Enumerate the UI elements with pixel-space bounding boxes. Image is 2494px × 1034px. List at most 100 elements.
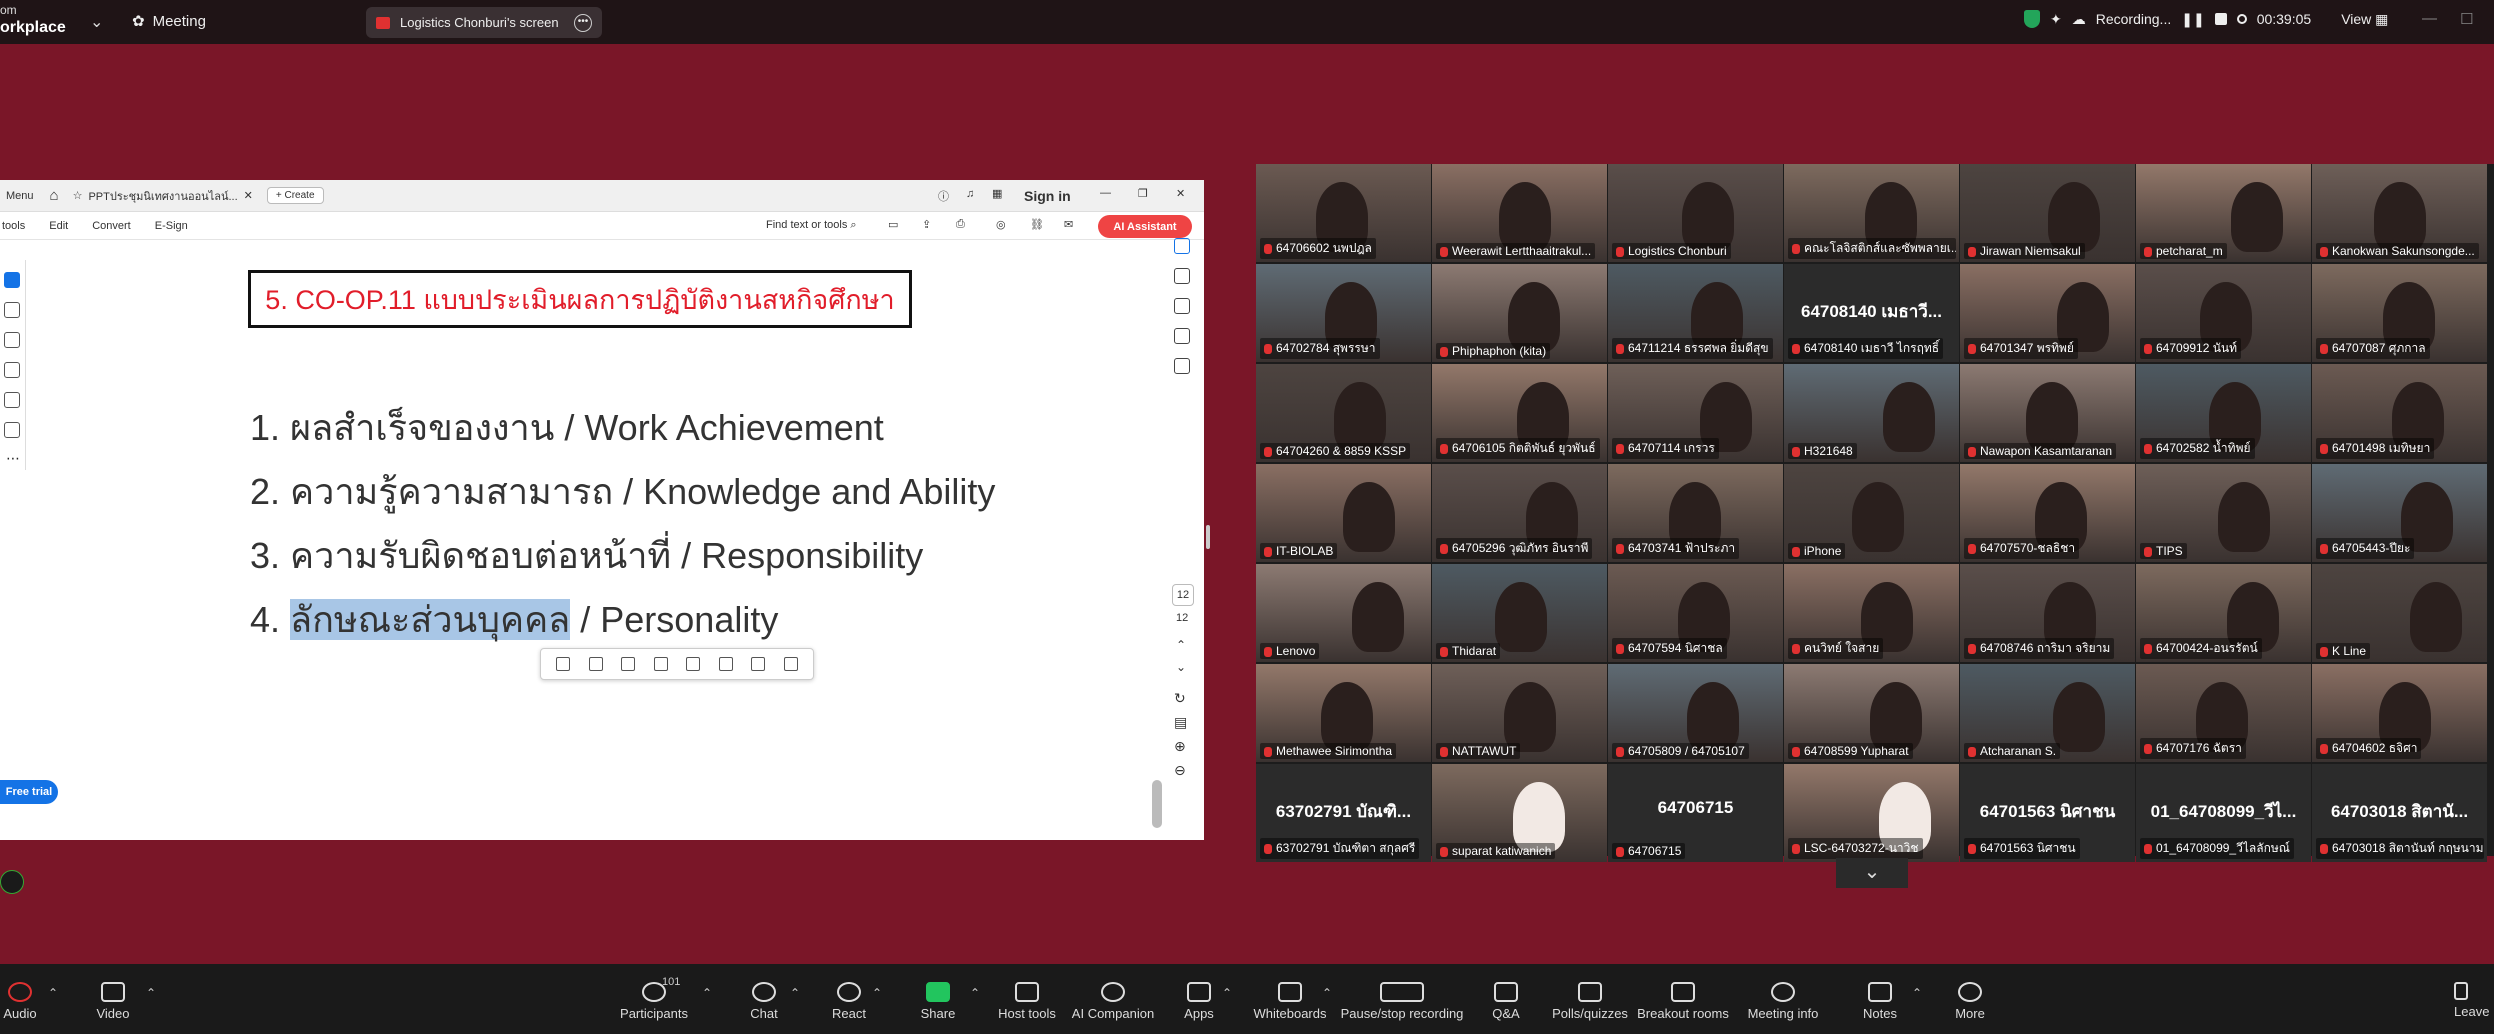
participant-tile[interactable]: คณะโลจิสติกส์และซัพพลายเ... — [1784, 164, 1959, 262]
participant-tile[interactable]: คนวิทย์ ใจสาย — [1784, 564, 1959, 662]
link-icon[interactable]: ⛓ — [1030, 218, 1044, 231]
participant-tile[interactable]: 64707594 นิศาชล — [1608, 564, 1783, 662]
free-trial-button[interactable]: Free trial — [0, 780, 58, 804]
participant-tile[interactable]: 64703018 สิตานั... 64703018 สิตานันท์ กฤษ… — [2312, 764, 2487, 862]
menu-convert[interactable]: Convert — [92, 220, 131, 232]
participant-tile[interactable]: 64703741 ฟ้าประภา — [1608, 464, 1783, 562]
highlight-icon[interactable] — [588, 657, 603, 671]
more-button[interactable]: More — [1920, 982, 2020, 1021]
participant-tile[interactable]: 63702791 บัณฑิ... 63702791 บัณฑิตา สกุลศร… — [1256, 764, 1431, 862]
scrollbar[interactable] — [1152, 780, 1162, 828]
refresh-icon[interactable]: ↻ — [1174, 690, 1186, 707]
participant-tile[interactable]: 64706715 64706715 — [1608, 764, 1783, 862]
page-current[interactable]: 12 — [1172, 584, 1194, 606]
email-icon[interactable]: ✉ — [1064, 218, 1073, 231]
help-icon[interactable]: ⓘ — [938, 188, 949, 204]
ai-panel-icon[interactable] — [1174, 238, 1190, 254]
strikethrough-icon[interactable] — [653, 657, 668, 671]
polls-button[interactable]: Polls/quizzes — [1540, 982, 1640, 1021]
react-caret-icon[interactable]: ⌃ — [872, 986, 882, 1000]
print-icon[interactable]: ⎙ — [956, 218, 965, 231]
meeting-label[interactable]: ✿ Meeting — [132, 12, 206, 31]
participant-tile[interactable]: 64706602 นพปฎล — [1256, 164, 1431, 262]
participant-tile[interactable]: 64708140 เมธาวี... 64708140 เมธาวี ไกรฤทธ… — [1784, 264, 1959, 362]
apps-button[interactable]: Apps — [1149, 982, 1249, 1021]
participant-tile[interactable]: Logistics Chonburi — [1608, 164, 1783, 262]
participant-tile[interactable]: 64708746 ถาริมา จริยาม — [1960, 564, 2135, 662]
react-button[interactable]: React — [799, 982, 899, 1021]
participant-tile[interactable]: 64711214 ธรรศพล ยิ่มดีสุข — [1608, 264, 1783, 362]
video-caret-icon[interactable]: ⌃ — [146, 986, 156, 1000]
document-tab[interactable]: ☆ PPTประชุมนิเทศงานออนไลน์... ✕ — [73, 187, 253, 205]
participant-tile[interactable]: iPhone — [1784, 464, 1959, 562]
annotate-pen-icon[interactable] — [0, 870, 24, 894]
participant-tile[interactable]: IT-BIOLAB — [1256, 464, 1431, 562]
participant-tile[interactable]: 64708599 Yupharat — [1784, 664, 1959, 762]
selected-text[interactable]: ลักษณะส่วนบุคคล — [290, 599, 571, 640]
breakout-rooms-button[interactable]: Breakout rooms — [1633, 982, 1733, 1021]
participant-tile[interactable]: Nawapon Kasamtaranan — [1960, 364, 2135, 462]
star-icon[interactable]: ☆ — [73, 189, 83, 202]
participant-tile[interactable]: 64701563 นิศาชน 64701563 นิศาชน — [1960, 764, 2135, 862]
ai-assistant-button[interactable]: AI Assistant — [1098, 215, 1192, 238]
participant-tile[interactable]: 64707114 เกรวร — [1608, 364, 1783, 462]
participants-button[interactable]: 101 Participants — [604, 976, 704, 1021]
restore-window-icon[interactable]: ❐ — [1138, 187, 1148, 200]
participant-tile[interactable]: 64701347 พรทิพย์ — [1960, 264, 2135, 362]
participant-tile[interactable]: 64709912 นันท์ — [2136, 264, 2311, 362]
bell-icon[interactable]: ♫ — [966, 188, 974, 200]
chevron-down-icon[interactable]: ⌄ — [90, 12, 103, 32]
participant-tile[interactable]: Weerawit Lertthaaitrakul... — [1432, 164, 1607, 262]
audio-caret-icon[interactable]: ⌃ — [48, 986, 58, 1000]
pen-tool-icon[interactable] — [4, 332, 20, 348]
menu-button[interactable]: Menu — [6, 190, 34, 202]
meeting-info-button[interactable]: Meeting info — [1733, 982, 1833, 1021]
upload-icon[interactable]: ⇪ — [922, 218, 931, 231]
comment-icon[interactable]: ◎ — [996, 218, 1006, 231]
participant-tile[interactable]: suparat katiwanich — [1432, 764, 1607, 862]
host-tools-button[interactable]: Host tools — [977, 982, 1077, 1021]
participant-tile[interactable]: Atcharanan S. — [1960, 664, 2135, 762]
layers-icon[interactable] — [1174, 358, 1190, 374]
participant-tile[interactable]: TIPS — [2136, 464, 2311, 562]
pause-icon[interactable]: ❚❚ — [2181, 11, 2204, 28]
participant-tile[interactable]: H321648 — [1784, 364, 1959, 462]
page-down-icon[interactable]: ⌄ — [1176, 660, 1186, 674]
menu-esign[interactable]: E-Sign — [155, 220, 188, 232]
participant-tile[interactable]: 64707570-ชลธิชา — [1960, 464, 2135, 562]
bookmark-icon[interactable] — [1174, 298, 1190, 314]
participant-tile[interactable]: 64705443-ปียะ — [2312, 464, 2487, 562]
apps-grid-icon[interactable]: ▦ — [992, 187, 1002, 200]
participant-tile[interactable]: Thidarat — [1432, 564, 1607, 662]
view-button[interactable]: View ▦ — [2341, 11, 2388, 28]
participant-tile[interactable]: 64704260 & 8859 KSSP — [1256, 364, 1431, 462]
participant-tile[interactable]: Jirawan Niemsakul — [1960, 164, 2135, 262]
ai-sparkle-icon[interactable]: ✦ — [2050, 11, 2062, 28]
participant-tile[interactable]: 64704602 ธจิศา — [2312, 664, 2487, 762]
participant-tile[interactable]: 64701498 เมทิษยา — [2312, 364, 2487, 462]
participant-tile[interactable]: 64707087 ศุภกาล — [2312, 264, 2487, 362]
leave-button[interactable]: Leave — [2454, 982, 2489, 1019]
create-button[interactable]: + Create — [266, 187, 324, 204]
underline-icon[interactable] — [621, 657, 636, 671]
document-icon[interactable]: ▤ — [1174, 714, 1187, 731]
zoom-out-icon[interactable]: ⊖ — [1174, 762, 1186, 779]
sign-in-link[interactable]: Sign in — [1024, 188, 1071, 204]
participant-tile[interactable]: petcharat_m — [2136, 164, 2311, 262]
participant-tile[interactable]: 64707176 ฉัตรา — [2136, 664, 2311, 762]
comments-icon[interactable] — [1174, 268, 1190, 284]
participant-tile[interactable]: Kanokwan Sakunsongde... — [2312, 164, 2487, 262]
participant-tile[interactable]: 64700424-อนรรัตน์ — [2136, 564, 2311, 662]
page-up-icon[interactable]: ⌃ — [1176, 638, 1186, 652]
participant-tile[interactable]: 64702784 สุพรรษา — [1256, 264, 1431, 362]
stamp-tool-icon[interactable] — [4, 422, 20, 438]
minimize-window-icon[interactable]: — — [1100, 187, 1111, 199]
maximize-icon[interactable]: ☐ — [2460, 10, 2473, 28]
participant-tile[interactable]: Methawee Sirimontha — [1256, 664, 1431, 762]
select-tool-icon[interactable] — [4, 272, 20, 288]
stop-icon[interactable] — [2214, 13, 2227, 25]
menu-tools[interactable]: tools — [2, 220, 25, 232]
more-options-icon[interactable]: ••• — [574, 13, 592, 32]
menu-edit[interactable]: Edit — [49, 220, 68, 232]
ai-companion-button[interactable]: AI Companion — [1063, 982, 1163, 1021]
